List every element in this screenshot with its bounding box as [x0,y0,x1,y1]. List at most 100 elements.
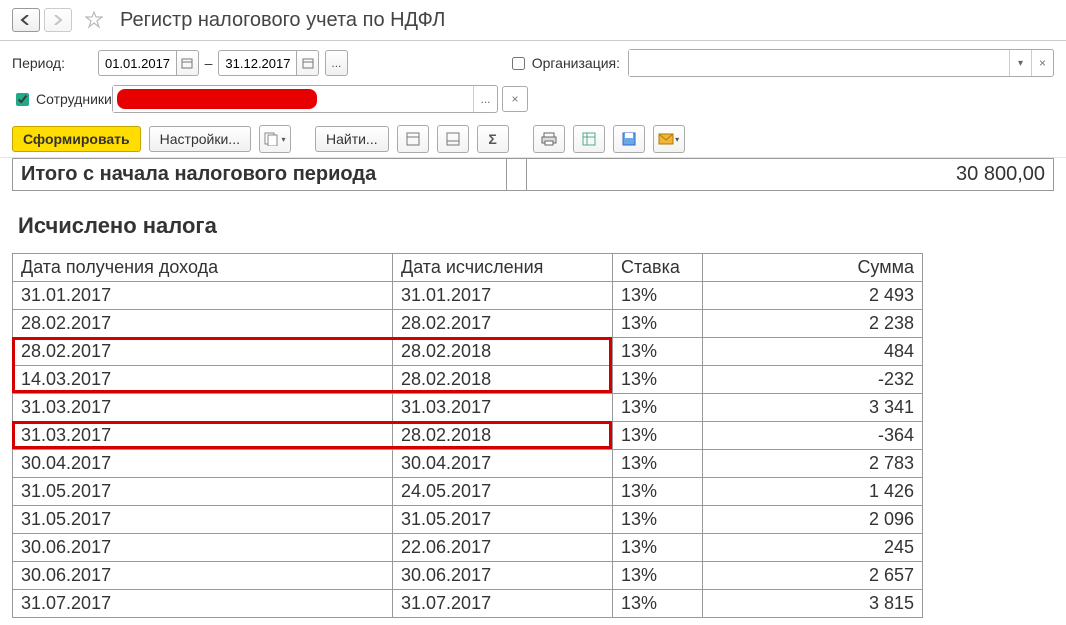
report-area: Итого с начала налогового периода 30 800… [0,158,1066,621]
table-expand-icon [406,132,420,146]
total-row: Итого с начала налогового периода 30 800… [12,158,1054,191]
cell-rate: 13% [613,450,703,478]
employees-label: Сотрудники: [36,91,116,107]
arrow-left-icon [20,15,32,25]
print-button[interactable] [533,125,565,153]
cell-income-date: 30.06.2017 [13,562,393,590]
cell-calc-date: 31.05.2017 [393,506,613,534]
calendar-icon [181,57,193,69]
cell-sum: -364 [703,422,923,450]
total-value: 30 800,00 [527,159,1053,190]
save-file-button[interactable] [613,125,645,153]
cell-rate: 13% [613,282,703,310]
cell-sum: 2 657 [703,562,923,590]
favorite-button[interactable] [82,8,106,32]
titlebar: Регистр налогового учета по НДФЛ [0,0,1066,41]
employees-input[interactable] [113,86,473,112]
table-row: 28.02.201728.02.201813%484 [13,338,923,366]
col-rate: Ставка [613,254,703,282]
org-dropdown-button[interactable]: ▾ [1009,50,1031,76]
tax-table: Дата получения дохода Дата исчисления Ст… [12,253,923,618]
date-from-calendar-button[interactable] [176,50,199,76]
table-row: 31.03.201731.03.201713%3 341 [13,394,923,422]
cell-rate: 13% [613,562,703,590]
cell-calc-date: 30.06.2017 [393,562,613,590]
save-settings-button[interactable]: ▾ [259,125,291,153]
nav-back-button[interactable] [12,8,40,32]
cell-rate: 13% [613,506,703,534]
cell-calc-date: 30.04.2017 [393,450,613,478]
cell-income-date: 31.05.2017 [13,478,393,506]
period-label: Период: [12,55,98,71]
org-label: Организация: [532,55,620,71]
redacted-overlay [117,89,317,109]
date-to-input[interactable] [218,50,296,76]
cell-income-date: 30.06.2017 [13,534,393,562]
employees-clear-button[interactable]: × [502,86,528,112]
cell-rate: 13% [613,310,703,338]
form-params: Период: – ... Организация: ▾ × Сотрудник… [0,41,1066,113]
employees-checkbox[interactable] [16,93,29,106]
employees-picker-button[interactable]: ... [473,86,497,112]
cell-rate: 13% [613,478,703,506]
cell-income-date: 31.03.2017 [13,394,393,422]
cell-calc-date: 31.07.2017 [393,590,613,618]
table-row: 28.02.201728.02.201713%2 238 [13,310,923,338]
sum-button[interactable]: Σ [477,125,509,153]
org-clear-button[interactable]: × [1031,50,1053,76]
cell-income-date: 14.03.2017 [13,366,393,394]
table-row: 30.06.201722.06.201713%245 [13,534,923,562]
sigma-icon: Σ [488,131,496,147]
cell-calc-date: 31.03.2017 [393,394,613,422]
cell-calc-date: 28.02.2018 [393,338,613,366]
cell-rate: 13% [613,422,703,450]
table-row: 14.03.201728.02.201813%-232 [13,366,923,394]
star-icon [85,11,103,29]
arrow-right-icon [52,15,64,25]
cell-sum: 245 [703,534,923,562]
org-checkbox[interactable] [512,57,525,70]
cell-sum: 2 493 [703,282,923,310]
page-title: Регистр налогового учета по НДФЛ [120,9,445,32]
date-from-input[interactable] [98,50,176,76]
collapse-groups-button[interactable] [437,125,469,153]
table-row: 30.04.201730.04.201713%2 783 [13,450,923,478]
table-row: 31.07.201731.07.201713%3 815 [13,590,923,618]
table-row: 31.03.201728.02.201813%-364 [13,422,923,450]
printer-icon [541,132,557,146]
settings-button[interactable]: Настройки... [149,126,251,152]
sheets-icon [264,132,280,146]
cell-calc-date: 31.01.2017 [393,282,613,310]
cell-sum: 484 [703,338,923,366]
cell-calc-date: 22.06.2017 [393,534,613,562]
date-to-calendar-button[interactable] [296,50,319,76]
email-button[interactable]: ▾ [653,125,685,153]
cell-income-date: 30.04.2017 [13,450,393,478]
cell-sum: 3 815 [703,590,923,618]
find-button[interactable]: Найти... [315,126,389,152]
cell-rate: 13% [613,534,703,562]
total-label: Итого с начала налогового периода [13,159,507,190]
cell-calc-date: 28.02.2017 [393,310,613,338]
section-title: Исчислено налога [18,213,1054,239]
table-row: 30.06.201730.06.201713%2 657 [13,562,923,590]
cell-income-date: 28.02.2017 [13,310,393,338]
table-header-row: Дата получения дохода Дата исчисления Ст… [13,254,923,282]
calendar-icon [302,57,314,69]
generate-button[interactable]: Сформировать [12,126,141,152]
table-collapse-icon [446,132,460,146]
org-input[interactable] [629,50,1009,76]
table-row: 31.05.201731.05.201713%2 096 [13,506,923,534]
col-sum: Сумма [703,254,923,282]
nav-forward-button[interactable] [44,8,72,32]
period-picker-button[interactable]: ... [325,50,348,76]
cell-sum: -232 [703,366,923,394]
cell-rate: 13% [613,590,703,618]
col-calc-date: Дата исчисления [393,254,613,282]
cell-sum: 2 096 [703,506,923,534]
envelope-icon [658,133,674,145]
diskette-icon [622,132,636,146]
cell-income-date: 31.03.2017 [13,422,393,450]
table-button[interactable] [573,125,605,153]
expand-groups-button[interactable] [397,125,429,153]
